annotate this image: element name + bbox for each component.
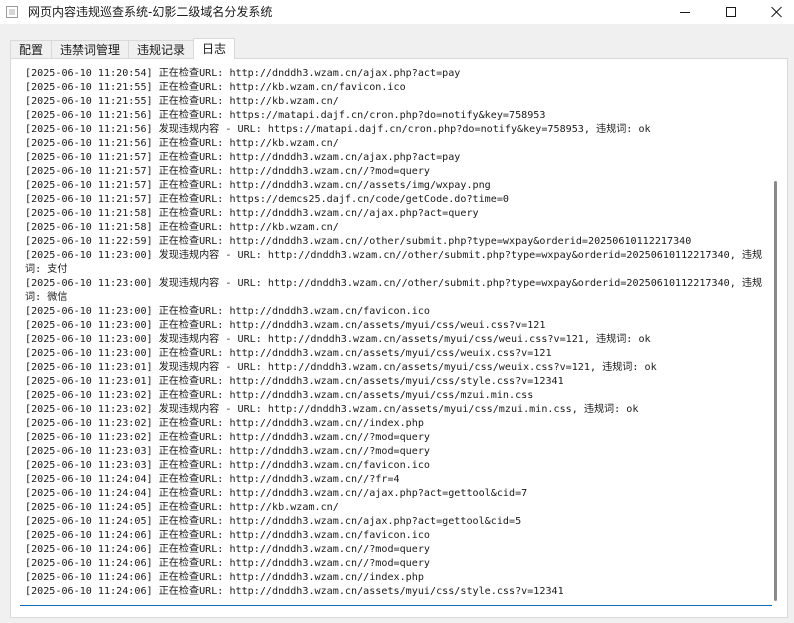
log-line: [2025-06-10 11:24:05] 正在检查URL: http://dn… xyxy=(25,516,522,527)
log-line: [2025-06-10 11:23:00] 发现违规内容 - URL: http… xyxy=(25,278,763,303)
log-line: [2025-06-10 11:21:58] 正在检查URL: http://kb… xyxy=(25,222,339,233)
minimize-icon xyxy=(680,11,690,13)
log-line: [2025-06-10 11:21:55] 正在检查URL: http://kb… xyxy=(25,82,406,93)
log-line: [2025-06-10 11:21:56] 正在检查URL: http://kb… xyxy=(25,138,339,149)
log-line: [2025-06-10 11:23:00] 发现违规内容 - URL: http… xyxy=(25,334,651,345)
log-line: [2025-06-10 11:23:02] 发现违规内容 - URL: http… xyxy=(25,404,639,415)
log-line: [2025-06-10 11:24:05] 正在检查URL: http://kb… xyxy=(25,502,339,513)
tab-log[interactable]: 日志 xyxy=(193,38,236,59)
log-line: [2025-06-10 11:21:57] 正在检查URL: http://dn… xyxy=(25,152,461,163)
log-line: [2025-06-10 11:21:57] 正在检查URL: http://dn… xyxy=(25,180,491,191)
log-line: [2025-06-10 11:20:54] 正在检查URL: http://dn… xyxy=(25,68,461,79)
log-line: [2025-06-10 11:23:03] 正在检查URL: http://dn… xyxy=(25,446,430,457)
log-line: [2025-06-10 11:23:00] 发现违规内容 - URL: http… xyxy=(25,250,763,275)
log-line: [2025-06-10 11:24:06] 正在检查URL: http://dn… xyxy=(25,572,424,583)
log-line: [2025-06-10 11:21:55] 正在检查URL: http://kb… xyxy=(25,96,339,107)
app-window: 网页内容违规巡查系统-幻影二级域名分发系统 配置 违禁词管理 违规记录 日志 [… xyxy=(0,0,794,623)
log-line: [2025-06-10 11:23:00] 正在检查URL: http://dn… xyxy=(25,320,546,331)
log-panel: [2025-06-10 11:20:54] 正在检查URL: http://dn… xyxy=(10,58,788,618)
tab-violation-records[interactable]: 违规记录 xyxy=(128,40,195,59)
log-content: [2025-06-10 11:20:54] 正在检查URL: http://dn… xyxy=(25,67,767,599)
log-line: [2025-06-10 11:24:04] 正在检查URL: http://dn… xyxy=(25,488,528,499)
log-line: [2025-06-10 11:24:06] 正在检查URL: http://dn… xyxy=(25,586,564,597)
log-line: [2025-06-10 11:23:02] 正在检查URL: http://dn… xyxy=(25,418,424,429)
log-line: [2025-06-10 11:23:01] 发现违规内容 - URL: http… xyxy=(25,362,657,373)
log-line: [2025-06-10 11:22:59] 正在检查URL: http://dn… xyxy=(25,236,692,247)
log-line: [2025-06-10 11:23:01] 正在检查URL: http://dn… xyxy=(25,376,564,387)
maximize-button[interactable] xyxy=(708,0,754,24)
log-line: [2025-06-10 11:21:56] 发现违规内容 - URL: http… xyxy=(25,124,651,135)
scrollbar-thumb[interactable] xyxy=(774,181,777,601)
tab-config[interactable]: 配置 xyxy=(10,40,53,59)
log-line: [2025-06-10 11:21:57] 正在检查URL: http://dn… xyxy=(25,166,430,177)
minimize-button[interactable] xyxy=(662,0,708,24)
log-line: [2025-06-10 11:21:56] 正在检查URL: https://m… xyxy=(25,110,546,121)
log-line: [2025-06-10 11:23:03] 正在检查URL: http://dn… xyxy=(25,460,430,471)
window-title: 网页内容违规巡查系统-幻影二级域名分发系统 xyxy=(28,5,273,19)
log-line: [2025-06-10 11:21:58] 正在检查URL: http://dn… xyxy=(25,208,479,219)
log-line: [2025-06-10 11:21:57] 正在检查URL: https://d… xyxy=(25,194,509,205)
app-icon xyxy=(6,6,18,18)
maximize-icon xyxy=(726,7,736,17)
tab-banned-words[interactable]: 违禁词管理 xyxy=(51,40,130,59)
close-button[interactable] xyxy=(754,0,794,24)
log-line: [2025-06-10 11:23:02] 正在检查URL: http://dn… xyxy=(25,390,534,401)
title-bar[interactable]: 网页内容违规巡查系统-幻影二级域名分发系统 xyxy=(0,0,794,24)
tab-bar: 配置 违禁词管理 违规记录 日志 xyxy=(10,38,236,59)
log-line: [2025-06-10 11:24:06] 正在检查URL: http://dn… xyxy=(25,544,430,555)
close-icon xyxy=(771,6,783,18)
log-line: [2025-06-10 11:23:02] 正在检查URL: http://dn… xyxy=(25,432,430,443)
log-line: [2025-06-10 11:23:00] 正在检查URL: http://dn… xyxy=(25,306,430,317)
log-line: [2025-06-10 11:23:00] 正在检查URL: http://dn… xyxy=(25,348,552,359)
log-scrollbar[interactable] xyxy=(772,66,780,606)
log-line: [2025-06-10 11:24:04] 正在检查URL: http://dn… xyxy=(25,474,400,485)
log-textarea[interactable]: [2025-06-10 11:20:54] 正在检查URL: http://dn… xyxy=(20,66,772,606)
log-line: [2025-06-10 11:24:06] 正在检查URL: http://dn… xyxy=(25,558,430,569)
log-line: [2025-06-10 11:24:06] 正在检查URL: http://dn… xyxy=(25,530,430,541)
